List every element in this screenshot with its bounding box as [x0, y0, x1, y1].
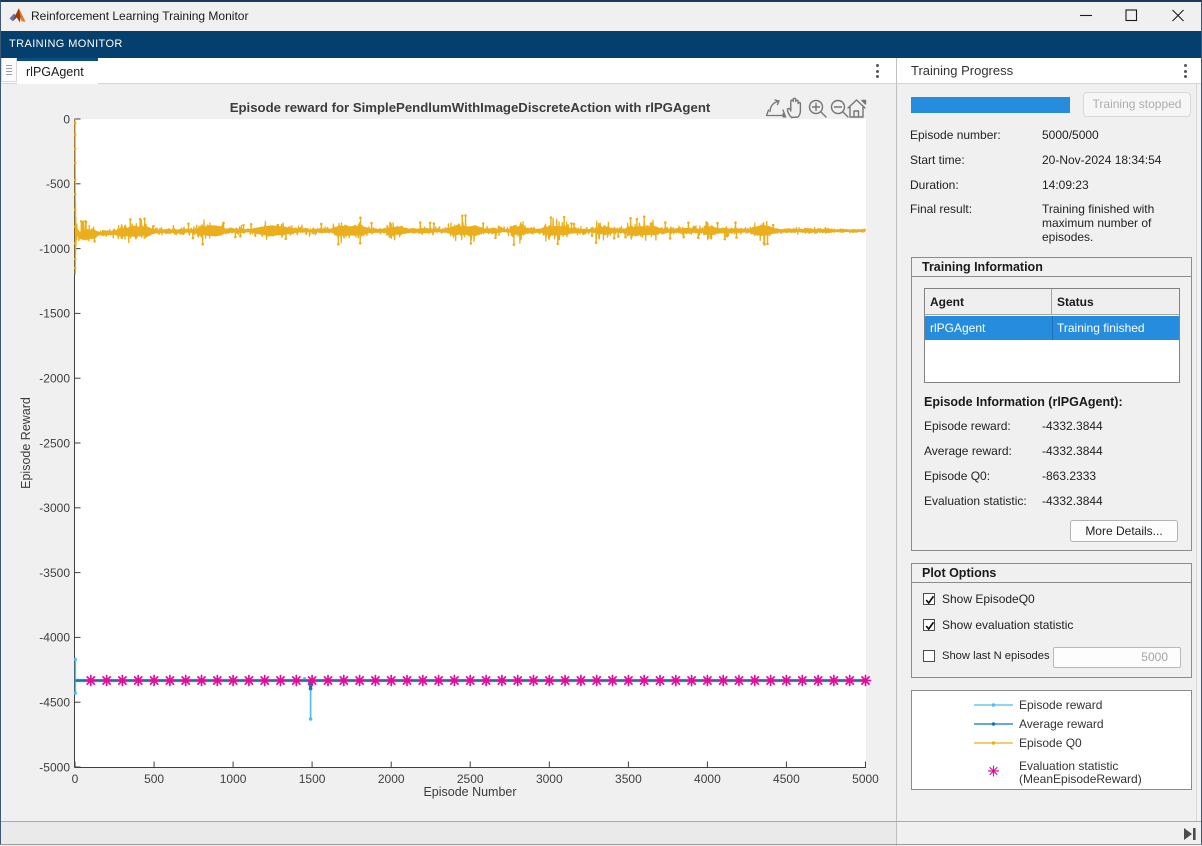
svg-text:-4000: -4000 [39, 631, 70, 645]
svg-text:5000: 5000 [852, 772, 879, 786]
svg-text:-3000: -3000 [39, 501, 70, 515]
svg-text:0: 0 [72, 772, 79, 786]
svg-text:1000: 1000 [220, 772, 247, 786]
svg-text:-4500: -4500 [39, 696, 70, 710]
svg-text:500: 500 [144, 772, 164, 786]
svg-text:-1500: -1500 [39, 307, 70, 321]
svg-text:Episode reward: Episode reward [1019, 698, 1102, 712]
svg-text:-500: -500 [46, 177, 70, 191]
svg-text:-3500: -3500 [39, 566, 70, 580]
svg-text:Evaluation statistic: Evaluation statistic [1019, 759, 1118, 773]
svg-text:-5000: -5000 [39, 760, 70, 774]
svg-text:2500: 2500 [457, 772, 484, 786]
svg-text:Average reward: Average reward [1019, 717, 1104, 731]
svg-text:0: 0 [63, 112, 70, 126]
svg-text:Episode Number: Episode Number [423, 785, 516, 799]
svg-text:-1000: -1000 [39, 242, 70, 256]
svg-text:Episode Reward: Episode Reward [19, 397, 33, 489]
svg-text:Episode Q0: Episode Q0 [1019, 736, 1082, 750]
svg-text:3000: 3000 [536, 772, 563, 786]
svg-text:(MeanEpisodeReward): (MeanEpisodeReward) [1019, 772, 1142, 786]
svg-text:4000: 4000 [694, 772, 721, 786]
svg-text:-2500: -2500 [39, 436, 70, 450]
svg-text:Episode reward for SimplePendl: Episode reward for SimplePendlumWithImag… [230, 100, 711, 115]
svg-text:1500: 1500 [299, 772, 326, 786]
svg-text:2000: 2000 [378, 772, 405, 786]
svg-text:3500: 3500 [615, 772, 642, 786]
svg-text:-2000: -2000 [39, 372, 70, 386]
svg-text:4500: 4500 [773, 772, 800, 786]
